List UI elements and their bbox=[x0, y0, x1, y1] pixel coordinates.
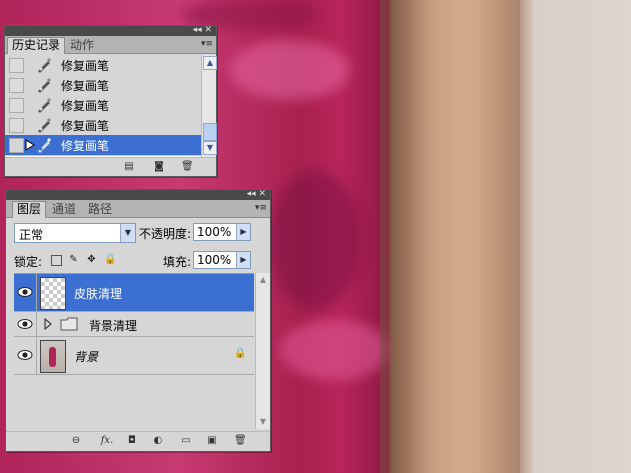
history-item[interactable]: 修复画笔 bbox=[5, 115, 201, 136]
panel-titlebar[interactable]: ◂◂ ✕ bbox=[6, 189, 270, 200]
new-layer-icon[interactable]: ▣ bbox=[206, 435, 218, 447]
collapse-close-icons[interactable]: ◂◂ ✕ bbox=[247, 189, 266, 200]
tab-history[interactable]: 历史记录 bbox=[7, 37, 66, 54]
slider-arrow-icon[interactable]: ▶ bbox=[236, 252, 250, 268]
scroll-down-icon[interactable]: ▼ bbox=[203, 141, 217, 155]
dress-fold bbox=[230, 40, 350, 100]
healing-brush-icon bbox=[38, 138, 51, 153]
trash-icon[interactable]: 🗑 bbox=[181, 161, 194, 173]
new-document-from-state-icon[interactable]: ▤ bbox=[123, 161, 135, 173]
snapshot-camera-icon[interactable]: ◙ bbox=[153, 161, 165, 173]
history-scrollbar[interactable]: ▲ ▼ bbox=[201, 55, 217, 157]
scroll-up-icon[interactable]: ▲ bbox=[257, 274, 269, 286]
visibility-cell[interactable] bbox=[14, 337, 37, 374]
healing-brush-icon bbox=[38, 58, 51, 73]
tab-layers[interactable]: 图层 bbox=[12, 201, 47, 218]
eye-icon[interactable] bbox=[16, 315, 34, 333]
scroll-down-icon[interactable]: ▼ bbox=[257, 416, 269, 428]
layer-style-fx-icon[interactable]: fx. bbox=[98, 435, 116, 447]
add-mask-icon[interactable]: ◘ bbox=[126, 435, 138, 447]
layers-tabs: 图层 通道 路径 ▾≡ bbox=[6, 200, 270, 218]
layer-name[interactable]: 背景 bbox=[74, 348, 98, 365]
tab-channels[interactable]: 通道 bbox=[48, 202, 80, 217]
lock-transparency-icon[interactable] bbox=[51, 255, 62, 266]
history-item-label: 修复画笔 bbox=[61, 79, 110, 93]
layer-name[interactable]: 背景清理 bbox=[89, 317, 137, 334]
dress-fold bbox=[270, 170, 360, 310]
opacity-label: 不透明度: bbox=[139, 227, 192, 241]
layers-footer: ⊖ fx. ◘ ◐ ▭ ▣ 🗑 bbox=[6, 431, 270, 451]
layer-list: 皮肤清理 背景清理 背景 🔒 bbox=[14, 273, 254, 430]
layer-thumbnail bbox=[40, 340, 66, 373]
expand-triangle-icon[interactable] bbox=[43, 318, 53, 330]
history-item[interactable]: 修复画笔 bbox=[5, 75, 201, 96]
chevron-down-icon[interactable]: ▼ bbox=[120, 224, 135, 242]
layers-panel: ◂◂ ✕ 图层 通道 路径 ▾≡ 正常 ▼ 不透明度: 100% ▶ 锁定: ✎… bbox=[5, 189, 271, 452]
eye-icon[interactable] bbox=[16, 283, 34, 301]
opacity-field[interactable]: 100% ▶ bbox=[193, 223, 251, 241]
panel-menu-icon[interactable]: ▾≡ bbox=[255, 203, 267, 213]
fill-label: 填充: bbox=[163, 255, 192, 269]
scroll-thumb[interactable] bbox=[203, 123, 217, 141]
snapshot-source-checkbox[interactable] bbox=[9, 118, 24, 133]
tab-paths[interactable]: 路径 bbox=[84, 202, 116, 217]
history-footer: ▤ ◙ 🗑 bbox=[5, 157, 216, 176]
layer-group-row[interactable]: 背景清理 bbox=[14, 312, 254, 337]
folder-icon bbox=[60, 317, 78, 331]
history-panel: ◂◂ ✕ 历史记录 动作 ▾≡ 修复画笔 修复画笔 修复画笔 修复画笔 修复画笔… bbox=[4, 25, 217, 177]
lock-all-icon[interactable]: 🔒 bbox=[104, 254, 116, 265]
history-state-pointer-icon bbox=[25, 139, 35, 151]
visibility-cell[interactable] bbox=[14, 312, 37, 336]
history-item-label: 修复画笔 bbox=[61, 59, 110, 73]
healing-brush-icon bbox=[38, 78, 51, 93]
collapse-close-icons[interactable]: ◂◂ ✕ bbox=[193, 25, 212, 36]
history-item[interactable]: 修复画笔 bbox=[5, 95, 201, 116]
history-item[interactable]: 修复画笔 bbox=[5, 55, 201, 76]
layer-name[interactable]: 皮肤清理 bbox=[74, 285, 122, 302]
history-item-label: 修复画笔 bbox=[61, 99, 110, 113]
snapshot-source-checkbox[interactable] bbox=[9, 138, 24, 153]
lock-position-move-icon[interactable]: ✥ bbox=[86, 254, 97, 265]
layer-row-selected[interactable]: 皮肤清理 bbox=[14, 274, 254, 312]
new-group-folder-icon[interactable]: ▭ bbox=[180, 435, 192, 447]
snapshot-source-checkbox[interactable] bbox=[9, 98, 24, 113]
fill-value: 100% bbox=[197, 253, 232, 267]
blend-mode-select[interactable]: 正常 ▼ bbox=[14, 223, 136, 243]
layer-background-row[interactable]: 背景 🔒 bbox=[14, 337, 254, 375]
snapshot-source-checkbox[interactable] bbox=[9, 58, 24, 73]
history-item-label: 修复画笔 bbox=[61, 119, 110, 133]
link-layers-icon[interactable]: ⊖ bbox=[70, 435, 82, 447]
eye-icon[interactable] bbox=[16, 346, 34, 364]
adjustment-layer-icon[interactable]: ◐ bbox=[152, 435, 164, 447]
healing-brush-icon bbox=[38, 98, 51, 113]
arm-shading bbox=[380, 0, 520, 473]
opacity-value: 100% bbox=[197, 225, 232, 239]
fill-field[interactable]: 100% ▶ bbox=[193, 251, 251, 269]
snapshot-source-checkbox[interactable] bbox=[9, 78, 24, 93]
blend-mode-value: 正常 bbox=[19, 228, 44, 242]
lock-fill-row: 锁定: ✎ ✥ 🔒 填充: 100% ▶ bbox=[6, 247, 270, 269]
dress-fold bbox=[280, 320, 390, 380]
blend-opacity-row: 正常 ▼ 不透明度: 100% ▶ bbox=[6, 220, 270, 243]
trash-icon[interactable]: 🗑 bbox=[234, 435, 247, 447]
lock-pixels-brush-icon[interactable]: ✎ bbox=[68, 254, 79, 265]
history-item-label: 修复画笔 bbox=[61, 139, 110, 153]
tab-actions[interactable]: 动作 bbox=[66, 38, 98, 53]
scroll-up-icon[interactable]: ▲ bbox=[203, 56, 217, 70]
healing-brush-icon bbox=[38, 118, 51, 133]
panel-titlebar[interactable]: ◂◂ ✕ bbox=[5, 25, 216, 36]
history-tabs: 历史记录 动作 ▾≡ bbox=[5, 36, 216, 54]
layer-thumbnail bbox=[40, 277, 66, 310]
slider-arrow-icon[interactable]: ▶ bbox=[236, 224, 250, 240]
visibility-cell[interactable] bbox=[14, 274, 37, 311]
lock-label: 锁定: bbox=[14, 255, 43, 269]
panel-menu-icon[interactable]: ▾≡ bbox=[201, 39, 213, 49]
history-list: 修复画笔 修复画笔 修复画笔 修复画笔 修复画笔 bbox=[5, 55, 201, 157]
layers-scrollbar[interactable]: ▲ ▼ bbox=[255, 273, 270, 429]
layer-lock-icon: 🔒 bbox=[234, 348, 247, 359]
history-item-selected[interactable]: 修复画笔 bbox=[5, 135, 201, 156]
